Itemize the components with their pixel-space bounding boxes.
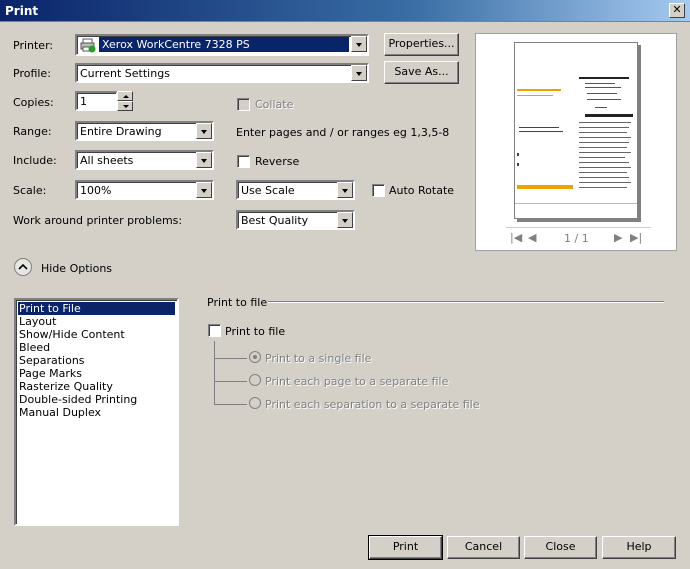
option-item[interactable]: Manual Duplex	[18, 406, 175, 419]
option-item[interactable]: Separations	[18, 354, 175, 367]
preview-page	[514, 42, 638, 219]
print-button[interactable]: Print	[368, 535, 443, 560]
tree-connector	[214, 404, 247, 405]
printer-icon	[80, 38, 96, 53]
scale-mode-select[interactable]: Use Scale	[236, 180, 355, 200]
section-title: Print to file	[207, 296, 268, 309]
chevron-down-icon[interactable]	[337, 212, 353, 228]
option-item[interactable]: Layout	[18, 315, 175, 328]
tree-connector	[214, 381, 247, 382]
next-page-icon[interactable]: ▶	[614, 231, 622, 244]
printer-select[interactable]: Xerox WorkCentre 7328 PS	[75, 34, 369, 56]
separate-separation-radio[interactable]	[249, 397, 261, 409]
chevron-down-icon[interactable]	[351, 36, 367, 52]
section-divider	[268, 301, 664, 303]
include-label: Include:	[13, 154, 57, 167]
copies-label: Copies:	[13, 96, 54, 109]
collate-checkbox[interactable]	[237, 98, 250, 111]
reverse-checkbox[interactable]	[237, 155, 250, 168]
separate-separation-label: Print each separation to a separate file	[265, 398, 480, 411]
single-file-label: Print to a single file	[265, 352, 372, 365]
option-item[interactable]: Page Marks	[18, 367, 175, 380]
chevron-down-icon[interactable]	[337, 182, 353, 198]
prev-page-icon[interactable]: ◀	[528, 231, 536, 244]
chevron-down-icon[interactable]	[351, 65, 367, 81]
option-item[interactable]: Bleed	[18, 341, 175, 354]
separate-page-radio[interactable]	[249, 374, 261, 386]
preview-nav-bar: |◀ ◀ 1 / 1 ▶ ▶|	[506, 227, 651, 247]
scale-value: 100%	[80, 184, 112, 197]
copies-value: 1	[80, 95, 87, 108]
single-file-radio[interactable]	[249, 351, 261, 363]
option-category-list: Print to File Layout Show/Hide Content B…	[14, 298, 179, 526]
range-select[interactable]: Entire Drawing	[75, 121, 214, 141]
page-indicator: 1 / 1	[564, 232, 589, 245]
option-item[interactable]: Double-sided Printing	[18, 393, 175, 406]
hide-options-label[interactable]: Hide Options	[41, 262, 112, 275]
window-title: Print	[5, 4, 39, 18]
close-icon[interactable]: ✕	[669, 3, 685, 18]
chevron-down-icon[interactable]	[196, 182, 212, 198]
workaround-select[interactable]: Best Quality	[236, 210, 355, 230]
preview-page-thumbnail	[515, 77, 637, 204]
collapse-options-icon[interactable]	[14, 258, 32, 276]
range-label: Range:	[13, 125, 52, 138]
title-bar: Print	[0, 0, 690, 22]
range-hint: Enter pages and / or ranges eg 1,3,5-8	[236, 126, 450, 139]
profile-value: Current Settings	[80, 67, 170, 80]
spin-down-icon[interactable]	[117, 101, 133, 111]
reverse-label: Reverse	[255, 155, 300, 168]
chevron-down-icon[interactable]	[196, 123, 212, 139]
spin-up-icon[interactable]	[117, 91, 133, 101]
print-preview: |◀ ◀ 1 / 1 ▶ ▶|	[475, 33, 677, 251]
tree-connector	[214, 341, 215, 404]
cancel-button[interactable]: Cancel	[447, 536, 520, 559]
scale-mode-value: Use Scale	[241, 184, 295, 197]
range-value: Entire Drawing	[80, 125, 162, 138]
help-button[interactable]: Help	[602, 536, 676, 559]
save-as-button[interactable]: Save As...	[384, 61, 459, 84]
print-to-file-checkbox[interactable]	[208, 324, 221, 337]
first-page-icon[interactable]: |◀	[510, 231, 522, 244]
include-value: All sheets	[80, 154, 134, 167]
properties-button[interactable]: Properties...	[384, 33, 459, 56]
workaround-value: Best Quality	[241, 214, 309, 227]
printer-value: Xerox WorkCentre 7328 PS	[99, 37, 349, 52]
scale-label: Scale:	[13, 184, 47, 197]
auto-rotate-checkbox[interactable]	[372, 184, 385, 197]
profile-select[interactable]: Current Settings	[75, 63, 369, 83]
workaround-label: Work around printer problems:	[13, 214, 183, 227]
option-item[interactable]: Show/Hide Content	[18, 328, 175, 341]
chevron-down-icon[interactable]	[196, 152, 212, 168]
option-item[interactable]: Rasterize Quality	[18, 380, 175, 393]
printer-label: Printer:	[13, 39, 54, 52]
tree-connector	[214, 358, 247, 359]
profile-label: Profile:	[13, 67, 51, 80]
print-to-file-label: Print to file	[225, 325, 286, 338]
copies-input[interactable]: 1	[75, 91, 118, 111]
close-button[interactable]: Close	[524, 536, 597, 559]
option-item[interactable]: Print to File	[18, 302, 175, 315]
copies-spinner[interactable]	[117, 91, 133, 111]
separate-page-label: Print each page to a separate file	[265, 375, 449, 388]
include-select[interactable]: All sheets	[75, 150, 214, 170]
scale-select[interactable]: 100%	[75, 180, 214, 200]
last-page-icon[interactable]: ▶|	[630, 231, 642, 244]
collate-label: Collate	[255, 98, 294, 111]
auto-rotate-label: Auto Rotate	[389, 184, 455, 197]
